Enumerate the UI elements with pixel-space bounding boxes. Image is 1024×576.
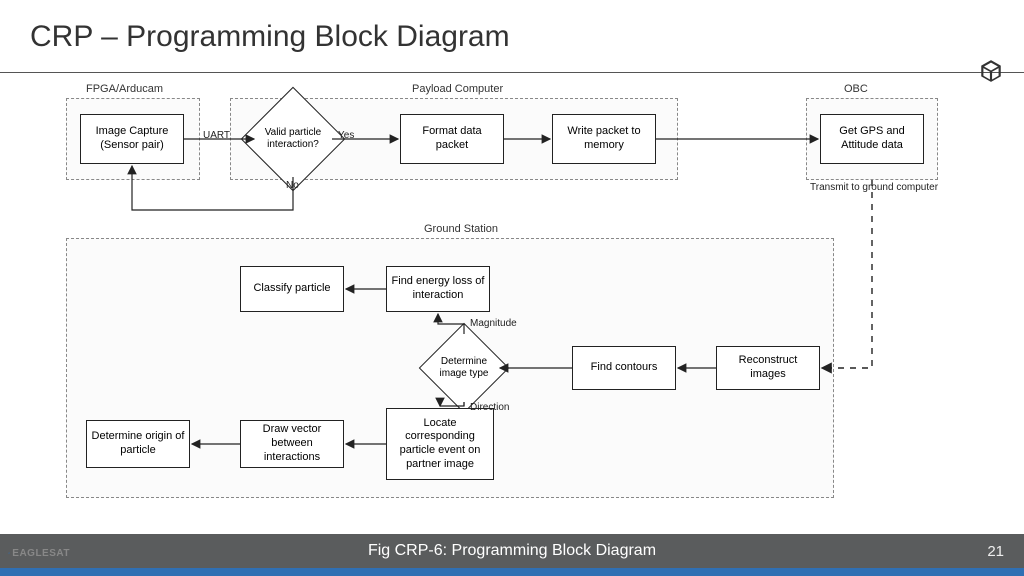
title-divider [0, 72, 1024, 73]
slide-title: CRP – Programming Block Diagram [30, 20, 510, 54]
footer-bar: Fig CRP-6: Programming Block Diagram [0, 534, 1024, 568]
connectors [0, 80, 1024, 520]
block-diagram: FPGA/Arducam Payload Computer OBC Ground… [0, 80, 1024, 520]
eaglesat-logo: EAGLESAT [8, 540, 70, 566]
page-number: 21 [987, 543, 1004, 560]
logo-text-1: EAGLE [12, 548, 49, 559]
footer-stripe [0, 568, 1024, 576]
figure-caption: Fig CRP-6: Programming Block Diagram [368, 542, 656, 560]
logo-text-2: SAT [49, 548, 70, 559]
